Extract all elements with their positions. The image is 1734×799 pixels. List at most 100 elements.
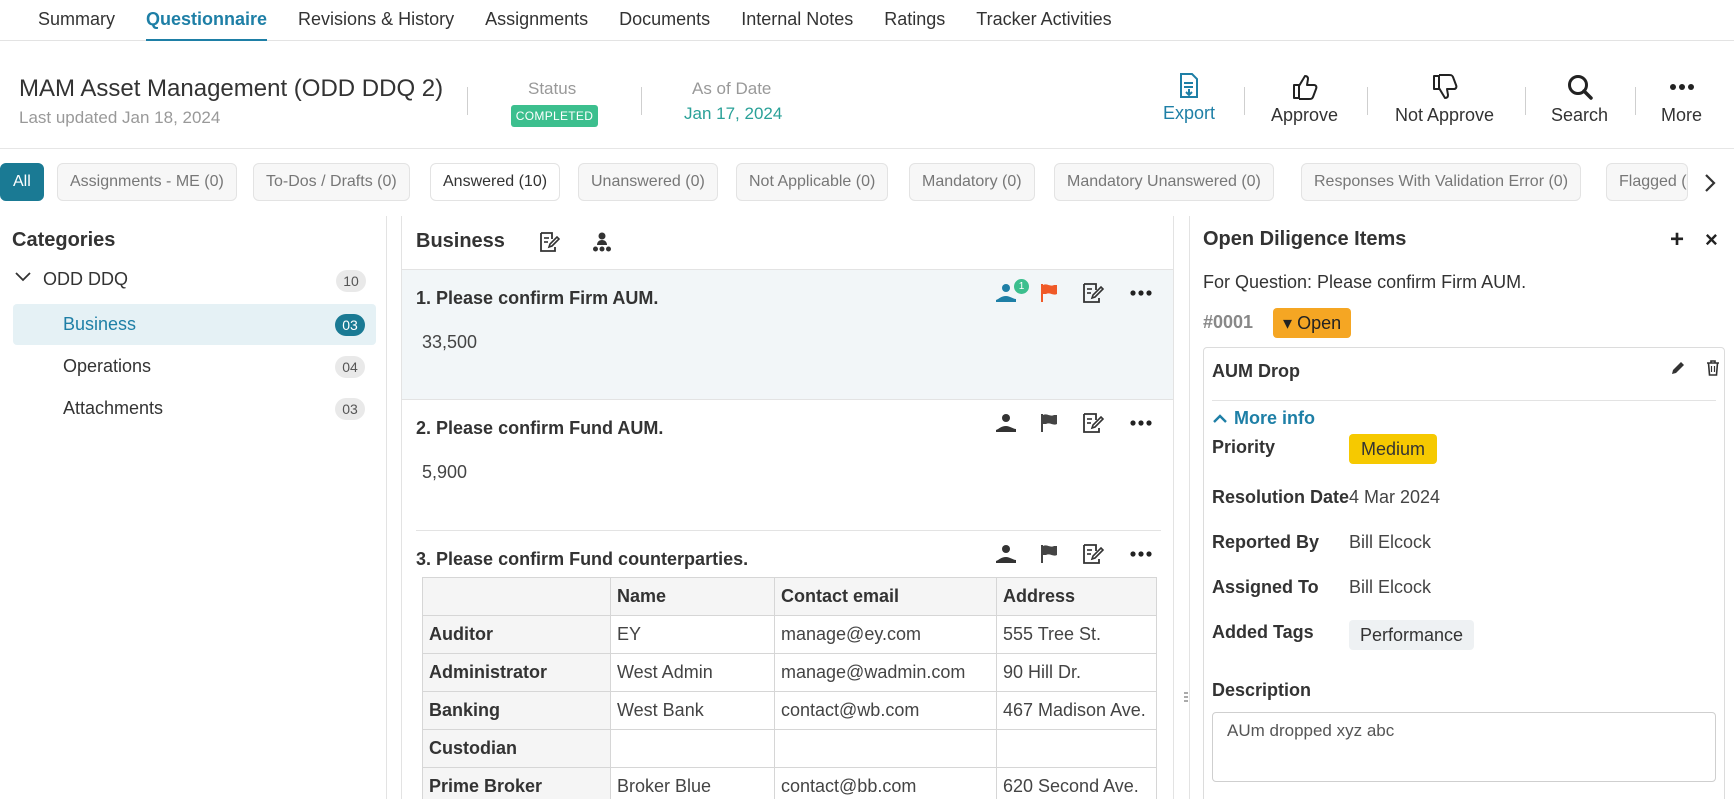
more-dots-icon[interactable] <box>1129 412 1153 434</box>
table-cell: 90 Hill Dr. <box>996 653 1157 692</box>
tab-internal-notes[interactable]: Internal Notes <box>741 0 853 41</box>
category-count: 04 <box>335 356 365 378</box>
question-item[interactable]: 2. Please confirm Fund AUM. 5,900 <box>416 400 1161 531</box>
more-dots-icon[interactable] <box>1129 282 1153 304</box>
table-row: Banking West Bank contact@wb.com 467 Mad… <box>422 691 1157 730</box>
filter-assignments-me[interactable]: Assignments - ME (0) <box>57 163 237 201</box>
tab-questionnaire[interactable]: Questionnaire <box>146 0 268 41</box>
tab-summary[interactable]: Summary <box>38 0 115 41</box>
search-label: Search <box>1551 105 1609 125</box>
close-icon[interactable]: × <box>1705 227 1718 253</box>
tab-documents[interactable]: Documents <box>619 0 710 41</box>
resolution-date-value: 4 Mar 2024 <box>1349 487 1441 507</box>
filter-answered[interactable]: Answered (10) <box>430 163 561 201</box>
flag-icon[interactable] <box>1039 412 1061 434</box>
tree-root-count: 10 <box>336 270 366 292</box>
top-tab-bar: Summary Questionnaire Revisions & Histor… <box>0 0 1734 41</box>
diligence-panel: Open Diligence Items + × For Question: P… <box>1189 216 1734 799</box>
table-cell: Broker Blue <box>610 767 775 799</box>
flag-icon[interactable] <box>1039 282 1061 304</box>
categories-title: Categories <box>12 229 116 251</box>
category-operations[interactable]: Operations 04 <box>13 346 376 387</box>
categories-panel: Categories ODD DDQ 10 Business 03 Operat… <box>0 216 387 799</box>
edit-response-icon[interactable] <box>1081 282 1105 304</box>
tree-root-odd-ddq[interactable]: ODD DDQ 10 <box>14 266 376 296</box>
question-title: 1. Please confirm Firm AUM. <box>416 288 659 308</box>
question-item[interactable]: 1. Please confirm Firm AUM. 33,500 1 <box>402 269 1173 400</box>
table-row: Custodian <box>422 729 1157 768</box>
table-cell <box>610 729 775 768</box>
table-cell: West Bank <box>610 691 775 730</box>
description-field[interactable]: AUm dropped xyz abc <box>1212 712 1716 782</box>
filter-mandatory[interactable]: Mandatory (0) <box>909 163 1035 201</box>
table-header-row: Name Contact email Address <box>422 577 1157 616</box>
edit-response-icon[interactable] <box>1081 543 1105 565</box>
more-info-label: More info <box>1234 408 1315 428</box>
assign-user-icon[interactable] <box>994 412 1020 436</box>
chevron-down-icon[interactable] <box>14 270 32 284</box>
assigned-to-label: Assigned To <box>1212 577 1319 597</box>
counterparties-table: Name Contact email Address Auditor EY ma… <box>422 577 1157 799</box>
table-cell: manage@wadmin.com <box>774 653 997 692</box>
add-diligence-icon[interactable]: + <box>1670 226 1684 254</box>
filter-validation-error[interactable]: Responses With Validation Error (0) <box>1301 163 1582 201</box>
table-cell <box>774 729 997 768</box>
assign-user-icon[interactable] <box>994 543 1020 567</box>
diligence-item-title: AUM Drop <box>1212 361 1300 381</box>
export-button[interactable]: Export <box>1163 73 1215 124</box>
status-dropdown-label: Open <box>1297 313 1342 333</box>
last-updated: Last updated Jan 18, 2024 <box>19 108 221 127</box>
trash-icon[interactable] <box>1706 360 1720 376</box>
filter-todos-drafts[interactable]: To-Dos / Drafts (0) <box>253 163 410 201</box>
tab-tracker-activities[interactable]: Tracker Activities <box>976 0 1111 41</box>
scroll-right-button[interactable] <box>1700 171 1720 200</box>
filter-mandatory-unanswered[interactable]: Mandatory Unanswered (0) <box>1054 163 1274 201</box>
filter-not-applicable[interactable]: Not Applicable (0) <box>736 163 889 201</box>
table-header-cell: Name <box>610 577 775 616</box>
filter-all[interactable]: All <box>0 163 44 201</box>
header-divider <box>1635 87 1636 115</box>
not-approve-button[interactable]: Not Approve <box>1395 73 1494 126</box>
more-label: More <box>1661 105 1703 125</box>
table-cell: contact@wb.com <box>774 691 997 730</box>
more-dots-icon <box>1669 84 1694 90</box>
header-divider <box>467 87 468 115</box>
table-cell: contact@bb.com <box>774 767 997 799</box>
assign-section-icon[interactable] <box>592 231 612 253</box>
question-item[interactable]: 3. Please confirm Fund counterparties. N… <box>402 531 1173 799</box>
header-divider <box>1525 87 1526 115</box>
table-cell: West Admin <box>610 653 775 692</box>
tag-chip: Performance <box>1349 620 1475 650</box>
edit-section-icon[interactable] <box>538 231 560 253</box>
tab-assignments[interactable]: Assignments <box>485 0 588 41</box>
table-row-header: Prime Broker <box>422 767 611 799</box>
category-business[interactable]: Business 03 <box>13 304 376 345</box>
page-title: MAM Asset Management (ODD DDQ 2) <box>19 75 444 102</box>
header-divider <box>641 87 642 115</box>
more-dots-icon[interactable] <box>1129 543 1153 565</box>
category-label: Attachments <box>63 398 164 418</box>
edit-response-icon[interactable] <box>1081 412 1105 434</box>
filter-unanswered[interactable]: Unanswered (0) <box>578 163 718 201</box>
filter-flagged[interactable]: Flagged ( <box>1606 163 1688 201</box>
category-attachments[interactable]: Attachments 03 <box>13 388 376 429</box>
search-button[interactable]: Search <box>1551 73 1608 126</box>
thumbs-up-icon <box>1292 75 1317 100</box>
approve-button[interactable]: Approve <box>1271 73 1338 126</box>
table-cell: EY <box>610 615 775 654</box>
table-row-header: Administrator <box>422 653 611 692</box>
assign-user-icon[interactable]: 1 <box>994 279 1029 311</box>
table-cell: 467 Madison Ave. <box>996 691 1157 730</box>
tab-revisions-history[interactable]: Revisions & History <box>298 0 454 41</box>
flag-icon[interactable] <box>1039 543 1061 565</box>
pencil-icon[interactable] <box>1670 360 1686 376</box>
as-of-date-value[interactable]: Jan 17, 2024 <box>684 104 782 124</box>
more-info-toggle[interactable]: More info <box>1212 396 1315 440</box>
status-badge: COMPLETED <box>511 105 598 127</box>
table-row: Prime Broker Broker Blue contact@bb.com … <box>422 767 1157 799</box>
table-cell: 620 Second Ave. <box>996 767 1157 799</box>
more-button[interactable]: More <box>1661 73 1702 126</box>
resolution-date-label: Resolution Date <box>1212 487 1350 507</box>
status-dropdown[interactable]: ▾ Open <box>1273 308 1352 338</box>
tab-ratings[interactable]: Ratings <box>884 0 945 41</box>
